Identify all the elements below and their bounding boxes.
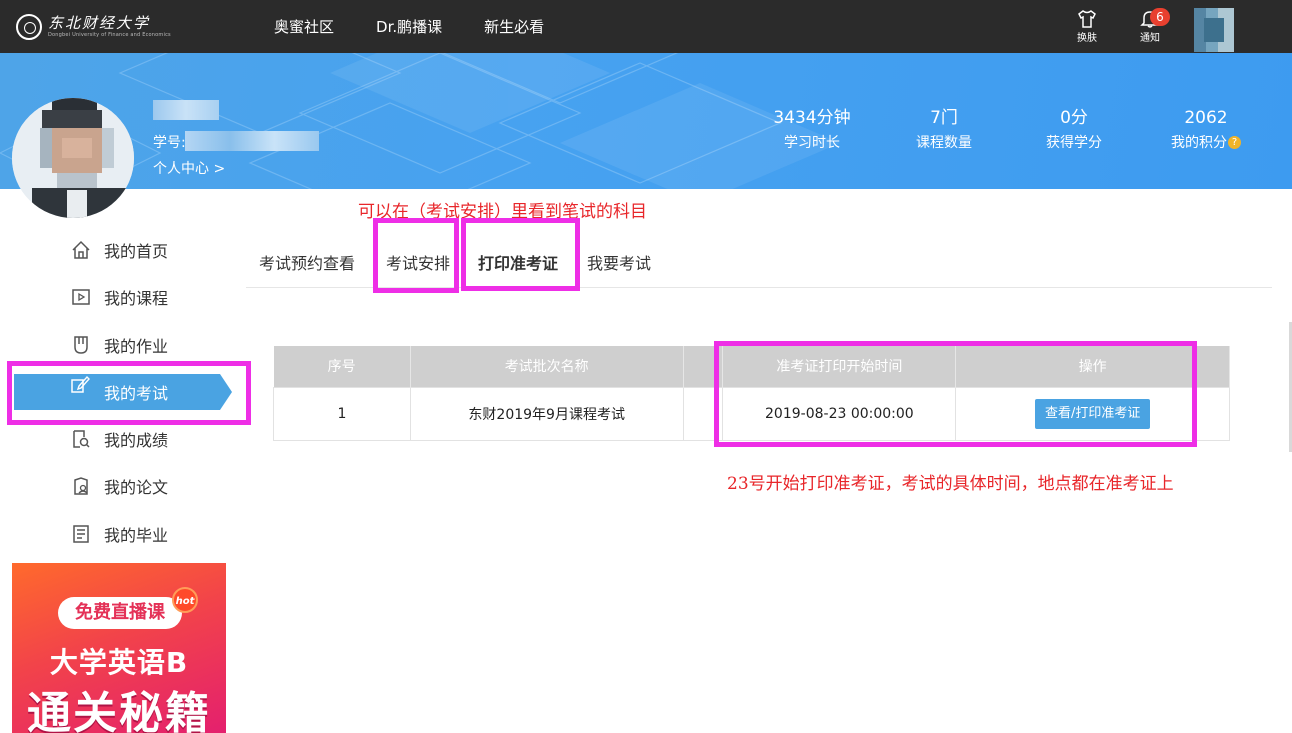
- shirt-icon: [1078, 10, 1096, 28]
- notify-count-badge: 6: [1150, 8, 1170, 26]
- sidebar-item-graduation[interactable]: 我的毕业: [70, 519, 240, 549]
- stat-label: 我的积分: [1171, 135, 1227, 151]
- user-name-blurred: [153, 100, 219, 120]
- cell-batch: 东财2019年9月课程考试: [409, 386, 684, 441]
- stat-study-time: 3434分钟 学习时长: [757, 106, 867, 156]
- sidebar-item-label: 我的作业: [104, 337, 169, 356]
- notify-label: 通知: [1140, 33, 1160, 44]
- paper-user-icon: [70, 475, 92, 497]
- stat-label: 学习时长: [784, 135, 840, 151]
- stat-value: 2062: [1184, 108, 1228, 128]
- col-header-index: 序号: [273, 346, 411, 387]
- ad-title-line1: 大学英语B: [49, 646, 189, 679]
- user-avatar-small[interactable]: [1194, 8, 1234, 52]
- university-seal-icon: [16, 14, 42, 40]
- ad-banner-english[interactable]: 免费直播课 hot 大学英语B 通关秘籍: [12, 563, 226, 733]
- top-navbar: 东北财经大学 Dongbei University of Finance and…: [0, 0, 1292, 53]
- ad-pill: 免费直播课: [58, 597, 182, 629]
- stat-value: 7门: [930, 108, 958, 128]
- sidebar-item-label: 我的成绩: [104, 431, 169, 450]
- sidebar-item-courses[interactable]: 我的课程: [70, 282, 240, 312]
- sidebar-item-label: 我的课程: [104, 289, 169, 308]
- skin-label: 换肤: [1077, 33, 1097, 44]
- highlight-box-print-tab: [461, 218, 580, 291]
- tab-exam-booking[interactable]: 考试预约查看: [259, 250, 355, 274]
- nav-item-community[interactable]: 奥蜜社区: [274, 16, 334, 37]
- search-doc-icon: [70, 428, 92, 450]
- annotation-note-bottom: 23号开始打印准考证，考试的具体时间，地点都在准考证上: [727, 474, 1174, 494]
- personal-center-link[interactable]: 个人中心 >: [153, 158, 225, 178]
- tab-take-exam[interactable]: 我要考试: [587, 250, 651, 274]
- help-icon[interactable]: ?: [1228, 136, 1241, 149]
- stat-label: 课程数量: [916, 135, 972, 151]
- col-header-batch: 考试批次名称: [410, 346, 684, 387]
- highlight-box-exams-sidebar: [7, 361, 251, 425]
- notify-button[interactable]: 通知 6: [1130, 8, 1170, 48]
- certificate-icon: [70, 523, 92, 545]
- stat-label: 获得学分: [1046, 135, 1102, 151]
- nav-item-dr-peng[interactable]: Dr.鹏播课: [376, 16, 442, 37]
- stat-value: 3434分钟: [773, 108, 851, 128]
- highlight-box-print-time: [714, 341, 1197, 447]
- sidebar-item-home[interactable]: 我的首页: [70, 235, 240, 265]
- bookmark-icon: [70, 334, 92, 356]
- play-square-icon: [70, 286, 92, 308]
- sidebar-item-label: 我的首页: [104, 242, 169, 261]
- stat-credits: 0分 获得学分: [1019, 106, 1129, 156]
- logo-wordmark: 东北财经大学: [48, 14, 151, 32]
- skin-button[interactable]: 换肤: [1067, 8, 1107, 48]
- stat-course-count: 7门 课程数量: [889, 106, 999, 156]
- nav-item-freshman[interactable]: 新生必看: [484, 16, 544, 37]
- university-logo[interactable]: 东北财经大学 Dongbei University of Finance and…: [16, 10, 171, 44]
- student-id-label: 学号:: [153, 135, 186, 151]
- sidebar-item-thesis[interactable]: 我的论文: [70, 471, 240, 501]
- cell-index: 1: [273, 386, 411, 441]
- stat-points: 2062 我的积分?: [1151, 106, 1261, 156]
- student-id-blurred: [185, 131, 319, 151]
- logo-subtitle: Dongbei University of Finance and Econom…: [48, 32, 171, 38]
- home-icon: [70, 239, 92, 261]
- hot-badge: hot: [172, 587, 198, 613]
- main-nav: 奥蜜社区 Dr.鹏播课 新生必看: [274, 0, 586, 53]
- sidebar-item-label: 我的论文: [104, 478, 169, 497]
- user-avatar[interactable]: [12, 98, 134, 218]
- stat-value: 0分: [1060, 108, 1088, 128]
- highlight-box-schedule-tab: [373, 218, 459, 293]
- sidebar-item-label: 我的毕业: [104, 526, 169, 545]
- ad-title-line2: 通关秘籍: [27, 688, 211, 733]
- sidebar-item-grades[interactable]: 我的成绩: [70, 424, 240, 454]
- sidebar-item-homework[interactable]: 我的作业: [70, 330, 240, 360]
